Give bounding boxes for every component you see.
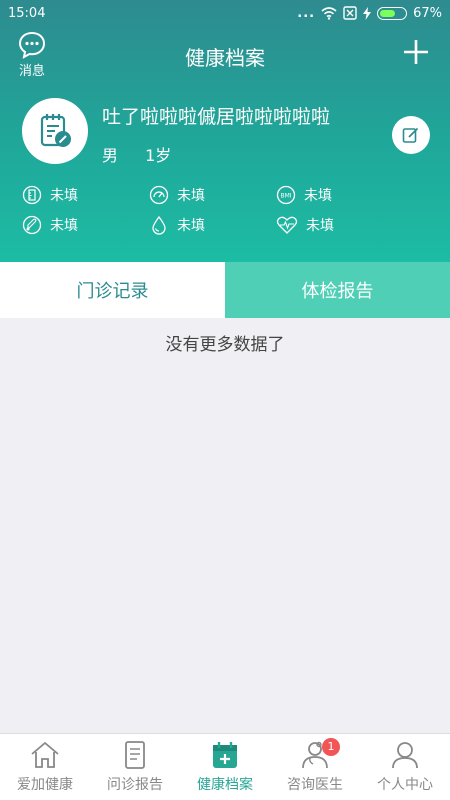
avatar[interactable] xyxy=(22,98,88,164)
profile-meta: 男 1岁 xyxy=(102,142,193,166)
bottom-nav: 爱加健康 问诊报告 健康档案 咨询医生 1 个人中心 xyxy=(0,733,450,800)
tab-checkup-reports[interactable]: 体检报告 xyxy=(225,262,450,318)
nav-item-profile[interactable]: 个人中心 xyxy=(360,734,450,800)
svg-text:BMI: BMI xyxy=(280,193,291,200)
thermometer-icon xyxy=(22,215,42,235)
bmi-icon: BMI xyxy=(276,185,296,205)
nav-item-consult-report[interactable]: 问诊报告 xyxy=(90,734,180,800)
battery-icon xyxy=(377,6,408,20)
no-sim-icon xyxy=(343,6,357,20)
blood-drop-icon xyxy=(152,215,166,235)
battery-level: 67% xyxy=(413,5,442,21)
profile-age: 1岁 xyxy=(145,146,172,165)
stat-bmi[interactable]: BMI 未填 xyxy=(276,185,403,205)
medical-record-icon xyxy=(40,114,71,147)
user-icon xyxy=(392,742,418,769)
status-bar: 15:04 ... 67% xyxy=(0,0,450,26)
height-icon xyxy=(22,185,42,205)
charging-icon xyxy=(363,6,372,20)
add-icon[interactable] xyxy=(402,38,430,66)
record-tabs: 门诊记录 体检报告 xyxy=(0,262,450,318)
calendar-plus-icon xyxy=(213,742,237,768)
stat-height[interactable]: 未填 xyxy=(22,185,149,205)
nav-item-home[interactable]: 爱加健康 xyxy=(0,734,90,800)
profile-card: 吐了啦啦啦傶居啦啦啦啦啦 男 1岁 xyxy=(20,98,430,168)
gauge-icon xyxy=(149,185,169,205)
nav-item-health-records[interactable]: 健康档案 xyxy=(180,734,270,800)
heart-rate-icon xyxy=(276,216,298,234)
edit-profile-button[interactable] xyxy=(392,116,430,154)
more-dots-icon: ... xyxy=(297,5,316,21)
profile-gender: 男 xyxy=(102,146,119,165)
report-icon xyxy=(125,741,145,769)
edit-icon xyxy=(402,127,419,143)
header-panel: 15:04 ... 67% 消息 健康档案 吐了啦啦啦傶居啦啦啦啦啦 男 1岁 … xyxy=(0,0,450,262)
stat-gauge[interactable]: 未填 xyxy=(149,185,276,205)
stat-blood[interactable]: 未填 xyxy=(149,215,276,235)
tab-outpatient-records[interactable]: 门诊记录 xyxy=(0,262,225,318)
empty-state-text: 没有更多数据了 xyxy=(165,335,285,355)
profile-name: 吐了啦啦啦傶居啦啦啦啦啦 xyxy=(102,106,331,128)
home-icon xyxy=(31,741,59,768)
nav-item-ask-doctor[interactable]: 咨询医生 1 xyxy=(270,734,360,800)
stat-temperature[interactable]: 未填 xyxy=(22,215,149,235)
stat-heart-rate[interactable]: 未填 xyxy=(276,215,403,235)
wifi-icon xyxy=(321,6,337,20)
notification-badge: 1 xyxy=(322,738,340,756)
health-stats: 未填 未填 BMI 未填 未填 未填 未填 xyxy=(22,180,422,240)
navbar: 消息 健康档案 xyxy=(0,26,450,86)
status-time: 15:04 xyxy=(8,5,46,21)
page-title: 健康档案 xyxy=(185,46,265,70)
